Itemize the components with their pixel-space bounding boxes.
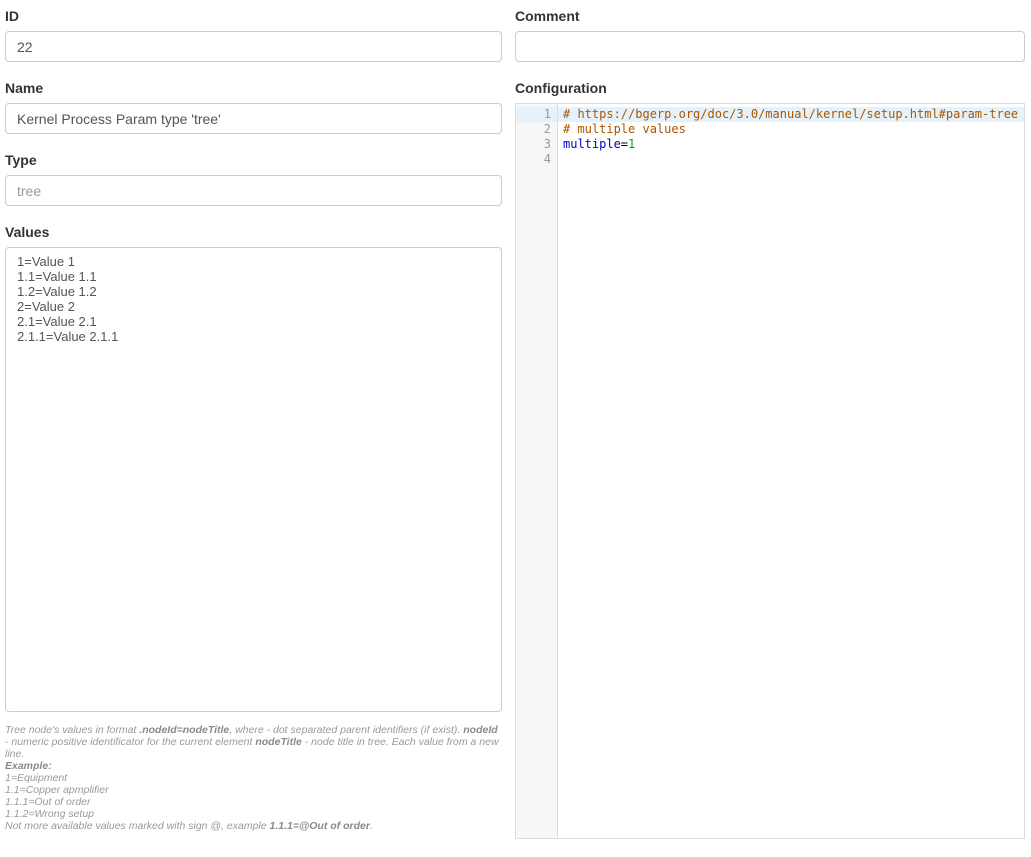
- type-field-group: Type: [5, 152, 502, 206]
- id-label: ID: [5, 8, 502, 24]
- right-column: Comment Configuration 1# https://bgerp.o…: [515, 8, 1025, 857]
- configuration-label: Configuration: [515, 80, 1025, 96]
- values-field-group: Values 1=Value 1 1.1=Value 1.1 1.2=Value…: [5, 224, 502, 832]
- configuration-field-group: Configuration 1# https://bgerp.org/doc/3…: [515, 80, 1025, 839]
- code-line: 3multiple=1: [516, 137, 1024, 152]
- code-text: multiple=1: [558, 137, 1024, 152]
- code-line: 4: [516, 152, 1024, 167]
- values-textarea[interactable]: 1=Value 1 1.1=Value 1.1 1.2=Value 1.2 2=…: [5, 247, 502, 712]
- line-number: 2: [516, 122, 558, 137]
- name-label: Name: [5, 80, 502, 96]
- comment-input[interactable]: [515, 31, 1025, 62]
- code-text: # https://bgerp.org/doc/3.0/manual/kerne…: [558, 107, 1024, 122]
- line-number: 4: [516, 152, 558, 167]
- left-column: ID Name Type Values 1=Value 1 1.1=Value …: [5, 8, 502, 857]
- code-text: [558, 152, 1024, 167]
- code-line: 1# https://bgerp.org/doc/3.0/manual/kern…: [516, 107, 1024, 122]
- comment-field-group: Comment: [515, 8, 1025, 62]
- type-input[interactable]: [5, 175, 502, 206]
- id-field-group: ID: [5, 8, 502, 62]
- code-text: # multiple values: [558, 122, 1024, 137]
- code-lines: 1# https://bgerp.org/doc/3.0/manual/kern…: [516, 107, 1024, 167]
- values-label: Values: [5, 224, 502, 240]
- line-number: 1: [516, 107, 558, 122]
- name-input[interactable]: [5, 103, 502, 134]
- code-line: 2# multiple values: [516, 122, 1024, 137]
- line-number-gutter: [516, 104, 558, 838]
- param-editor-form: ID Name Type Values 1=Value 1 1.1=Value …: [0, 0, 1031, 857]
- comment-label: Comment: [515, 8, 1025, 24]
- name-field-group: Name: [5, 80, 502, 134]
- id-input[interactable]: [5, 31, 502, 62]
- line-number: 3: [516, 137, 558, 152]
- type-label: Type: [5, 152, 502, 168]
- configuration-code-editor[interactable]: 1# https://bgerp.org/doc/3.0/manual/kern…: [515, 103, 1025, 839]
- values-help-text: Tree node's values in format .nodeId=nod…: [5, 724, 502, 832]
